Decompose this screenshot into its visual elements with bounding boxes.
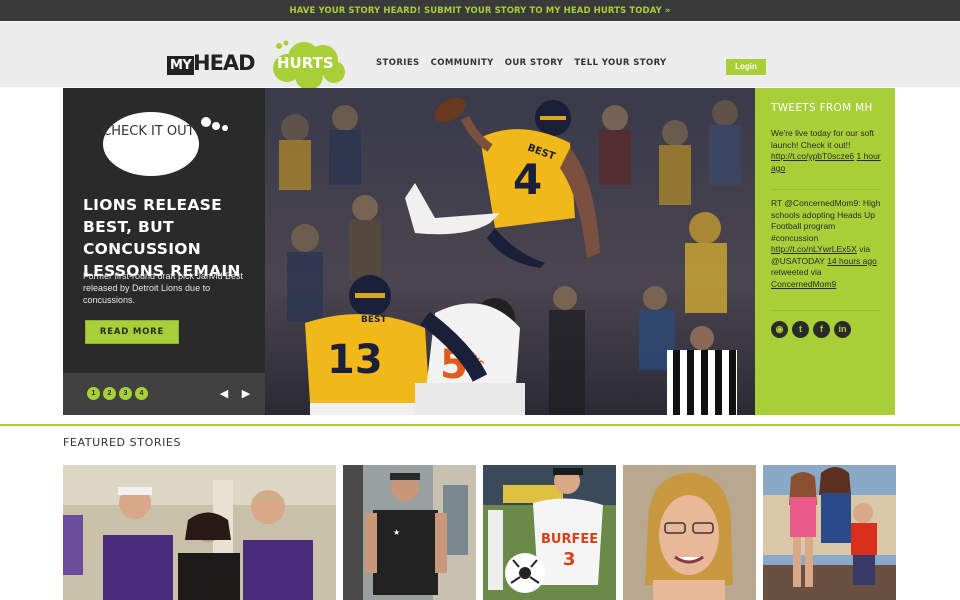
site-logo[interactable]: MY HEAD HURTS	[167, 36, 352, 92]
main-nav: STORIES COMMUNITY OUR STORY TELL YOUR ST…	[376, 58, 667, 68]
slide-dot-2[interactable]: 2	[103, 387, 116, 400]
tweet-divider-2	[771, 310, 881, 311]
login-button[interactable]: Login	[726, 59, 766, 75]
featured-photo-1	[63, 465, 336, 600]
slide-dot-1[interactable]: 1	[87, 387, 100, 400]
tweet-2-link[interactable]: http://t.co/nLYwrLEx5X	[771, 244, 857, 254]
tweet-2-via: via	[859, 244, 871, 254]
hero-description: Former first-round draft pick Jahvid Bes…	[83, 271, 244, 305]
tweet-1: We're live today for our soft launch! Ch…	[771, 128, 883, 174]
slide-dots: 1 2 3 4	[87, 387, 148, 400]
svg-text:BURFEE: BURFEE	[541, 532, 598, 547]
site-header	[0, 21, 960, 87]
featured-story-2[interactable]: ★	[343, 465, 476, 600]
section-divider	[0, 424, 960, 426]
featured-photo-4	[623, 465, 756, 600]
jersey-name-best-bottom: BEST	[361, 315, 387, 325]
tweet-2-source[interactable]: @USATODAY	[771, 256, 825, 266]
jersey-number-4: 4	[513, 155, 542, 204]
twitter-icon[interactable]: t	[792, 321, 809, 338]
svg-text:3: 3	[563, 549, 576, 570]
tweet-2-time[interactable]: 14 hours ago	[827, 256, 877, 266]
rss-icon[interactable]: ◉	[771, 321, 788, 338]
tweets-title: TWEETS FROM MH	[771, 102, 873, 114]
prev-arrow-icon[interactable]: ◀	[218, 387, 230, 401]
hero-story-panel: CHECK IT OUT! LIONS RELEASE BEST, BUT CO…	[63, 88, 265, 415]
tweets-panel: TWEETS FROM MH We're live today for our …	[755, 88, 895, 415]
social-links: ◉ t f in	[771, 321, 851, 338]
featured-stories-title: FEATURED STORIES	[63, 436, 182, 449]
tweet-divider	[771, 189, 881, 190]
featured-story-3[interactable]: BURFEE 3	[483, 465, 616, 600]
read-more-button[interactable]: READ MORE	[85, 320, 179, 344]
nav-stories[interactable]: STORIES	[376, 58, 420, 68]
next-arrow-icon[interactable]: ▶	[240, 387, 252, 401]
tweet-2-user[interactable]: ConcernedMom9	[771, 279, 836, 289]
hero-football-image[interactable]: 4 BEST 13 BEST 5 COLLINS	[265, 88, 755, 415]
featured-photo-2: ★	[343, 465, 476, 600]
hero-headline[interactable]: LIONS RELEASE BEST, BUT CONCUSSION LESSO…	[83, 194, 253, 282]
featured-photo-5	[763, 465, 896, 600]
tweet-1-link[interactable]: http://t.co/ypbT0scze6	[771, 151, 854, 161]
slide-dot-4[interactable]: 4	[135, 387, 148, 400]
thought-bubble-icon	[103, 112, 228, 176]
nav-community[interactable]: COMMUNITY	[431, 58, 494, 68]
football-photo: 4 BEST 13 BEST 5 COLLINS	[265, 88, 755, 415]
slider-controls: 1 2 3 4 ◀ ▶	[63, 373, 265, 415]
linkedin-icon[interactable]: in	[834, 321, 851, 338]
tweet-2-retweeted: retweeted via	[771, 267, 822, 277]
slide-dot-3[interactable]: 3	[119, 387, 132, 400]
featured-story-4[interactable]	[623, 465, 756, 600]
tweet-2-text: RT @ConcernedMom9: High schools adopting…	[771, 198, 881, 243]
featured-story-5[interactable]	[763, 465, 896, 600]
announcement-bar: HAVE YOUR STORY HEARD! SUBMIT YOUR STORY…	[0, 0, 960, 21]
jersey-number-13: 13	[327, 337, 383, 383]
logo-head: HEAD	[193, 51, 256, 75]
tweet-1-text: We're live today for our soft launch! Ch…	[771, 128, 875, 150]
nav-tell-your-story[interactable]: TELL YOUR STORY	[574, 58, 666, 68]
check-it-out-label: CHECK IT OUT!	[102, 124, 200, 139]
logo-my: MY	[167, 56, 195, 75]
featured-photo-3: BURFEE 3	[483, 465, 616, 600]
facebook-icon[interactable]: f	[813, 321, 830, 338]
logo-hurts: HURTS	[277, 54, 334, 72]
svg-text:★: ★	[393, 528, 400, 537]
announcement-link[interactable]: HAVE YOUR STORY HEARD! SUBMIT YOUR STORY…	[289, 6, 670, 16]
nav-our-story[interactable]: OUR STORY	[505, 58, 564, 68]
featured-story-1[interactable]	[63, 465, 336, 600]
slide-arrows: ◀ ▶	[218, 387, 252, 401]
tweet-2: RT @ConcernedMom9: High schools adopting…	[771, 198, 883, 290]
